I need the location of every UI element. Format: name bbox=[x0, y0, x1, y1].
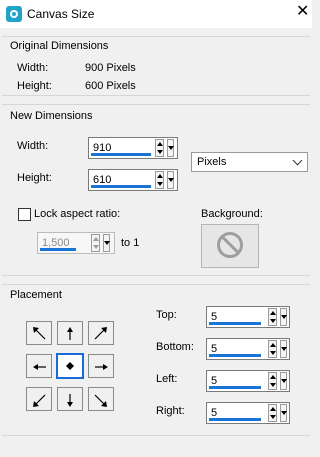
close-icon[interactable]: ✕ bbox=[296, 4, 309, 20]
arrow-up-right-icon bbox=[94, 327, 107, 340]
bottom-offset-stepper[interactable]: 5 bbox=[206, 338, 290, 360]
bottom-offset-dropdown-icon[interactable] bbox=[280, 340, 287, 358]
new-dimensions-title: New Dimensions bbox=[10, 110, 93, 122]
aspect-ratio-spin-arrows bbox=[91, 234, 100, 252]
no-color-icon bbox=[217, 232, 243, 258]
aspect-ratio-dropdown-icon bbox=[103, 234, 110, 252]
new-height-spin-arrows[interactable] bbox=[155, 171, 164, 189]
right-offset-label: Right: bbox=[156, 405, 185, 417]
anchor-bottom-button[interactable] bbox=[57, 387, 83, 411]
anchor-center-button[interactable] bbox=[56, 353, 84, 379]
units-select[interactable]: Pixels bbox=[191, 152, 308, 172]
anchor-bottom-right-button[interactable] bbox=[88, 387, 114, 411]
left-offset-stepper[interactable]: 5 bbox=[206, 370, 290, 392]
new-width-spin-arrows[interactable] bbox=[155, 139, 164, 157]
aspect-ratio-stepper: 1,500 bbox=[37, 232, 115, 254]
bottom-offset-label: Bottom: bbox=[156, 341, 194, 353]
window-title: Canvas Size bbox=[27, 7, 95, 21]
lock-aspect-label[interactable]: Lock aspect ratio: bbox=[34, 208, 120, 220]
new-height-label: Height: bbox=[17, 172, 52, 184]
app-icon bbox=[6, 6, 22, 22]
right-offset-underline bbox=[209, 418, 261, 421]
placement-title: Placement bbox=[10, 289, 62, 301]
arrow-up-icon bbox=[67, 327, 73, 340]
aspect-ratio-underline bbox=[40, 248, 76, 251]
new-width-underline bbox=[91, 153, 151, 156]
arrow-down-icon bbox=[67, 394, 73, 407]
top-offset-label: Top: bbox=[156, 309, 177, 321]
lock-aspect-checkbox[interactable] bbox=[18, 208, 31, 221]
arrow-right-icon bbox=[95, 364, 108, 370]
new-width-stepper[interactable]: 910 bbox=[88, 137, 178, 159]
new-width-label: Width: bbox=[17, 140, 49, 152]
anchor-top-right-button[interactable] bbox=[88, 321, 114, 345]
anchor-left-button[interactable] bbox=[26, 354, 52, 378]
bottom-offset-spin-arrows[interactable] bbox=[268, 340, 277, 358]
anchor-bottom-left-button[interactable] bbox=[26, 387, 52, 411]
original-height-value: 600 Pixels bbox=[85, 80, 136, 92]
new-height-dropdown-icon[interactable] bbox=[167, 171, 174, 189]
new-height-underline bbox=[91, 185, 151, 188]
top-offset-underline bbox=[209, 322, 261, 325]
background-label: Background: bbox=[201, 208, 263, 220]
aspect-ratio-suffix: to 1 bbox=[121, 237, 140, 249]
bottom-offset-underline bbox=[209, 354, 261, 357]
new-height-stepper[interactable]: 610 bbox=[88, 169, 178, 191]
top-offset-dropdown-icon[interactable] bbox=[280, 308, 287, 326]
original-width-label: Width: bbox=[17, 62, 49, 74]
units-value: Pixels bbox=[197, 156, 227, 168]
arrow-down-right-icon bbox=[94, 394, 107, 407]
chevron-down-icon bbox=[292, 155, 303, 166]
original-height-label: Height: bbox=[17, 80, 52, 92]
anchor-right-button[interactable] bbox=[88, 354, 114, 378]
new-width-dropdown-icon[interactable] bbox=[167, 139, 174, 157]
arrow-up-left-icon bbox=[33, 327, 46, 340]
left-offset-dropdown-icon[interactable] bbox=[280, 372, 287, 390]
right-offset-stepper[interactable]: 5 bbox=[206, 402, 290, 424]
anchor-top-button[interactable] bbox=[57, 321, 83, 345]
right-offset-dropdown-icon[interactable] bbox=[280, 404, 287, 422]
left-offset-spin-arrows[interactable] bbox=[268, 372, 277, 390]
background-swatch[interactable] bbox=[201, 224, 259, 268]
top-offset-spin-arrows[interactable] bbox=[268, 308, 277, 326]
left-offset-underline bbox=[209, 386, 261, 389]
left-offset-label: Left: bbox=[156, 373, 178, 385]
anchor-top-left-button[interactable] bbox=[26, 321, 52, 345]
top-offset-stepper[interactable]: 5 bbox=[206, 306, 290, 328]
right-offset-spin-arrows[interactable] bbox=[268, 404, 277, 422]
arrow-down-left-icon bbox=[33, 394, 46, 407]
center-diamond-icon bbox=[66, 362, 74, 370]
original-dimensions-title: Original Dimensions bbox=[10, 40, 109, 52]
arrow-left-icon bbox=[33, 364, 46, 370]
original-width-value: 900 Pixels bbox=[85, 62, 136, 74]
